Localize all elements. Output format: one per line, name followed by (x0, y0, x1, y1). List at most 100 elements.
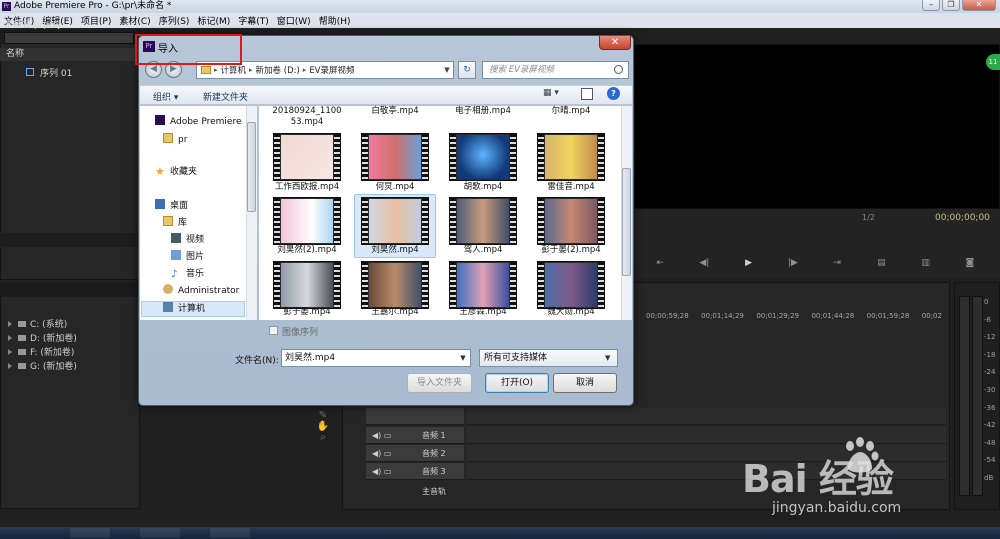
breadcrumb-computer[interactable]: 计算机 (221, 64, 247, 76)
chevron-down-icon[interactable]: ▼ (441, 63, 453, 77)
view-options-icon[interactable]: ▦ ▾ (543, 88, 565, 102)
media-browser-tabs[interactable] (0, 283, 140, 297)
hand-tool-icon[interactable]: ✋ (312, 421, 334, 432)
video-thumbnail[interactable] (449, 133, 517, 181)
file-item[interactable]: 魏大勋.mp4 (531, 307, 611, 318)
file-item[interactable]: 电子相册.mp4 (443, 106, 523, 117)
step-back-icon[interactable]: ◀| (684, 258, 724, 272)
taskbar-item[interactable] (210, 528, 250, 538)
preview-pane-icon[interactable] (581, 88, 593, 100)
video-thumbnail[interactable] (449, 197, 517, 245)
track-header[interactable] (366, 408, 464, 425)
image-sequence-checkbox[interactable] (269, 326, 278, 335)
file-item[interactable]: 20180924_1100 53.mp4 (267, 106, 347, 128)
extract-icon[interactable]: ▥ (906, 258, 946, 272)
nav-item-library[interactable]: 库 (163, 215, 187, 231)
menu-window[interactable]: 窗口(W) (273, 14, 315, 27)
new-folder-button[interactable]: 新建文件夹 (203, 90, 248, 103)
search-icon[interactable] (614, 65, 623, 74)
lift-icon[interactable]: ▤ (861, 258, 901, 272)
file-item[interactable]: 尔晴.mp4 (531, 106, 611, 117)
file-scrollbar-thumb[interactable] (622, 168, 631, 276)
nav-item-music[interactable]: ♪ 音乐 (171, 266, 204, 282)
camera-icon[interactable]: ◙ (950, 258, 990, 272)
taskbar-item[interactable] (70, 528, 110, 538)
minimize-button[interactable]: – (922, 0, 940, 11)
file-item[interactable]: 彭于晏.mp4 (267, 307, 347, 318)
file-item[interactable]: 白敬亭.mp4 (355, 106, 435, 117)
maximize-button[interactable]: ❐ (942, 0, 960, 11)
nav-item-administrator[interactable]: Administrator (163, 283, 239, 299)
video-thumbnail[interactable] (361, 261, 429, 309)
video-thumbnail[interactable] (273, 133, 341, 181)
import-folder-button[interactable]: 导入文件夹 (407, 373, 472, 393)
file-item-selected[interactable]: 刘昊然.mp4 (355, 245, 435, 256)
file-item[interactable]: 王嘉尔.mp4 (355, 307, 435, 318)
file-type-select[interactable]: 所有可支持媒体 (479, 349, 618, 367)
organize-button[interactable]: 组织 ▾ (153, 90, 178, 103)
mark-in-icon[interactable]: ⇤ (640, 258, 680, 272)
menu-clip[interactable]: 素材(C) (115, 14, 154, 27)
drive-item[interactable]: D: (新加卷) (8, 332, 77, 346)
project-column-name[interactable]: 名称 (0, 48, 138, 61)
menu-help[interactable]: 帮助(H) (315, 14, 355, 27)
speaker-icon[interactable]: ◀) ▭ (372, 427, 391, 444)
file-item[interactable]: 胡歌.mp4 (443, 182, 523, 193)
dialog-close-button[interactable]: ✕ (599, 36, 631, 50)
video-thumbnail[interactable] (273, 197, 341, 245)
nav-scrollbar-thumb[interactable] (247, 122, 256, 212)
taskbar-item[interactable] (140, 528, 180, 538)
nav-item-pictures[interactable]: 图片 (171, 249, 204, 265)
refresh-button[interactable]: ↻ (458, 61, 476, 79)
nav-item-pr[interactable]: pr (163, 132, 187, 148)
speaker-icon[interactable]: ◀) ▭ (372, 445, 391, 462)
drive-item[interactable]: C: (系统) (8, 318, 77, 332)
search-input[interactable]: 搜索 EV录屏视频 (482, 61, 629, 79)
play-icon[interactable]: ▶ (729, 258, 769, 272)
menu-marker[interactable]: 标记(M) (193, 14, 234, 27)
nav-item-desktop[interactable]: 桌面 (155, 198, 188, 214)
filename-input[interactable]: 刘昊然.mp4 (281, 349, 471, 367)
track-header[interactable]: ◀) ▭ 音频 2 (366, 445, 464, 462)
track-body[interactable] (466, 408, 946, 425)
video-thumbnail[interactable] (449, 261, 517, 309)
zoom-tool-icon[interactable]: ⌕ (312, 432, 334, 443)
nav-item-computer[interactable]: 计算机 (163, 301, 205, 317)
video-track-row[interactable] (366, 408, 946, 425)
file-item[interactable]: 彭于晏(2).mp4 (531, 245, 611, 256)
menu-project[interactable]: 项目(P) (77, 14, 115, 27)
video-thumbnail[interactable] (537, 197, 605, 245)
open-button[interactable]: 打开(O) (485, 373, 549, 393)
drive-item[interactable]: G: (新加卷) (8, 360, 77, 374)
breadcrumb-drive[interactable]: 新加卷 (D:) (256, 64, 300, 76)
project-search-input[interactable] (4, 32, 134, 44)
video-thumbnail[interactable] (273, 261, 341, 309)
cancel-button[interactable]: 取消 (553, 373, 617, 393)
close-window-button[interactable]: ✕ (962, 0, 996, 11)
video-thumbnail[interactable] (537, 261, 605, 309)
pen-tool-icon[interactable]: ✎ (312, 410, 334, 421)
track-header[interactable]: ◀) ▭ 音频 3 (366, 463, 464, 480)
file-item[interactable]: 工作西欧报.mp4 (267, 182, 347, 193)
mark-out-icon[interactable]: ⇥ (817, 258, 857, 272)
help-icon[interactable]: ? (607, 87, 620, 100)
program-zoom-select[interactable]: 1/2 (862, 213, 875, 222)
video-thumbnail[interactable] (361, 197, 429, 245)
menu-sequence[interactable]: 序列(S) (155, 14, 194, 27)
file-item[interactable]: 何炅.mp4 (355, 182, 435, 193)
nav-item-videos[interactable]: 视频 (171, 232, 204, 248)
timeline-ruler[interactable]: 00;00;59;28 00;01;14;29 00;01;29;29 00;0… (646, 312, 942, 326)
speaker-icon[interactable]: ◀) ▭ (372, 463, 391, 480)
nav-item-adobe-premiere[interactable]: Adobe Premiere (155, 114, 241, 130)
project-item-sequence[interactable]: 序列 01 (40, 66, 72, 79)
file-item[interactable]: 雷佳音.mp4 (531, 182, 611, 193)
track-header[interactable]: ◀) ▭ 音频 1 (366, 427, 464, 444)
file-item[interactable]: 刘昊然(2).mp4 (267, 245, 347, 256)
nav-item-favorites[interactable]: ★ 收藏夹 (155, 164, 197, 180)
chevron-down-icon[interactable]: ▼ (457, 351, 469, 365)
menu-title[interactable]: 字幕(T) (234, 14, 273, 27)
chevron-down-icon[interactable]: ▼ (605, 351, 615, 365)
breadcrumb-folder[interactable]: EV录屏视频 (309, 64, 354, 76)
video-thumbnail[interactable] (361, 133, 429, 181)
file-item[interactable]: 驾人.mp4 (443, 245, 523, 256)
